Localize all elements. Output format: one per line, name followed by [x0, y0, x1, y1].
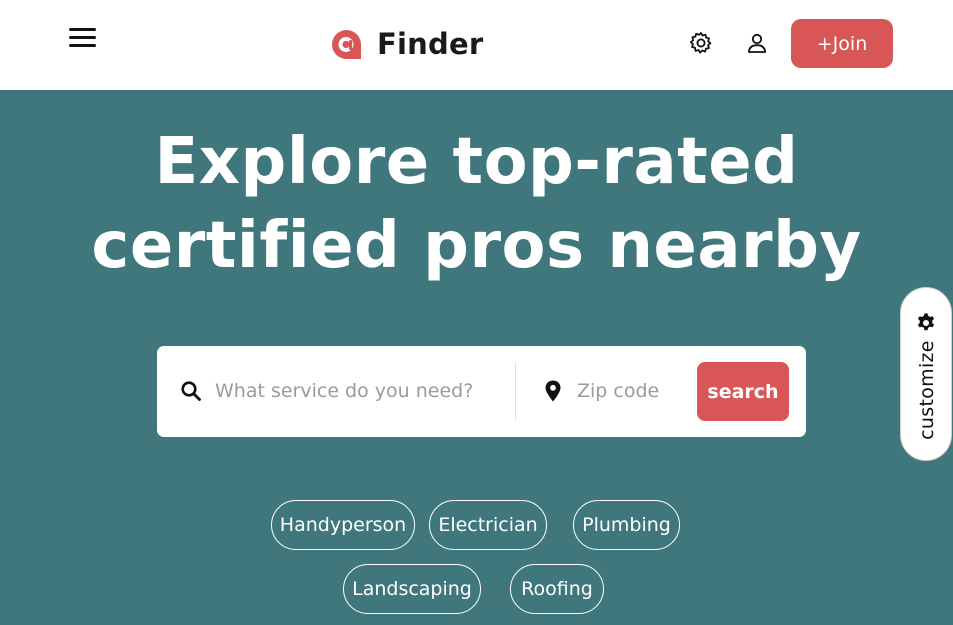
search-box: search [157, 346, 806, 437]
service-search-input[interactable] [215, 372, 505, 410]
brand-logo[interactable]: Finder [330, 26, 483, 62]
search-divider [515, 362, 516, 421]
hero-section: Explore top-rated certified pros nearby … [0, 90, 953, 625]
gear-icon [917, 313, 935, 331]
customize-label: customize [916, 340, 938, 440]
finder-logo-icon [332, 29, 361, 59]
hero-title-line-2: certified pros nearby [91, 209, 862, 283]
hamburger-menu-icon[interactable] [68, 26, 98, 52]
tag-electrician[interactable]: Electrician [429, 500, 547, 550]
hero-title-line-1: Explore top-rated [154, 125, 799, 199]
hero-title: Explore top-rated certified pros nearby [0, 120, 953, 288]
top-header: Finder +Join [0, 0, 953, 90]
search-button[interactable]: search [697, 362, 789, 421]
tag-plumbing[interactable]: Plumbing [573, 500, 680, 550]
search-icon[interactable] [179, 379, 203, 403]
join-button[interactable]: +Join [791, 19, 893, 68]
customize-tab[interactable]: customize [900, 287, 952, 461]
zip-code-input[interactable] [577, 372, 687, 410]
map-pin-icon [545, 380, 561, 402]
gear-icon[interactable] [688, 30, 714, 56]
tag-landscaping[interactable]: Landscaping [343, 564, 481, 614]
brand-name: Finder [377, 27, 484, 61]
tag-handyperson[interactable]: Handyperson [271, 500, 415, 550]
tag-roofing[interactable]: Roofing [510, 564, 604, 614]
user-icon[interactable] [744, 30, 770, 56]
